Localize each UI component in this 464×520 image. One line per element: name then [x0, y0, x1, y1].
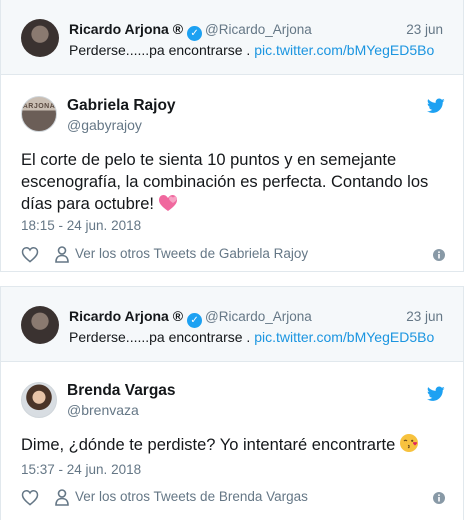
info-icon[interactable] [433, 492, 445, 504]
verified-badge-icon: ✓ [187, 313, 203, 328]
quoted-author-handle[interactable]: @Ricardo_Arjona [205, 22, 312, 37]
quoted-pic-link[interactable]: pic.twitter.com/bMYegED5Bo [254, 329, 434, 345]
kissing-face-icon [400, 434, 419, 452]
heart-icon[interactable] [21, 489, 39, 506]
two-hearts-icon [159, 195, 177, 211]
author-handle[interactable]: @gabyrajoy [67, 117, 142, 133]
quoted-pic-link[interactable]: pic.twitter.com/bMYegED5Bo [254, 42, 434, 58]
more-tweets-link[interactable]: Ver los otros Tweets de Gabriela Rajoy [75, 246, 308, 261]
info-icon[interactable] [433, 249, 445, 261]
quoted-date[interactable]: 23 jun [406, 309, 443, 324]
avatar[interactable] [21, 382, 57, 418]
quoted-date[interactable]: 23 jun [406, 22, 443, 37]
tweet-card: Ricardo Arjona ® ✓ @Ricardo_Arjona 23 jun … [0, 0, 464, 272]
tweet-text: Dime, ¿dónde te perdiste? Yo intentaré e… [21, 433, 445, 456]
person-icon [55, 246, 69, 263]
tweet-card: Ricardo Arjona ® ✓ @Ricardo_Arjona 23 jun … [0, 286, 464, 520]
tweet-timestamp[interactable]: 15:37 - 24 jun. 2018 [21, 462, 141, 477]
tweet-timestamp[interactable]: 18:15 - 24 jun. 2018 [21, 218, 141, 233]
quoted-author[interactable]: Ricardo Arjona ® ✓ @Ricardo_Arjona [69, 308, 312, 328]
avatar[interactable] [21, 19, 59, 57]
avatar[interactable]: ARJONA [21, 96, 57, 132]
verified-badge-icon: ✓ [187, 26, 203, 41]
quoted-text: Perderse......pa encontrarse . pic.twitt… [69, 42, 434, 58]
tweet-actions: Ver los otros Tweets de Brenda Vargas [21, 488, 445, 508]
quoted-author-name[interactable]: Ricardo Arjona ® [69, 308, 183, 324]
tweet-body: El corte de pelo te sienta 10 puntos y e… [21, 151, 429, 213]
avatar[interactable] [21, 306, 59, 344]
twitter-bird-icon[interactable] [427, 98, 445, 114]
avatar-caption: ARJONA [22, 103, 56, 110]
more-tweets-link[interactable]: Ver los otros Tweets de Brenda Vargas [75, 489, 308, 504]
twitter-bird-icon[interactable] [427, 386, 445, 402]
quoted-body: Perderse......pa encontrarse . [69, 329, 251, 345]
quoted-tweet[interactable]: Ricardo Arjona ® ✓ @Ricardo_Arjona 23 jun … [1, 287, 463, 362]
quoted-tweet[interactable]: Ricardo Arjona ® ✓ @Ricardo_Arjona 23 jun … [1, 0, 463, 75]
quoted-body: Perderse......pa encontrarse . [69, 42, 251, 58]
tweet-body: Dime, ¿dónde te perdiste? Yo intentaré e… [21, 436, 396, 454]
author-name[interactable]: Gabriela Rajoy [67, 97, 176, 115]
heart-icon[interactable] [21, 246, 39, 263]
quoted-text: Perderse......pa encontrarse . pic.twitt… [69, 329, 434, 345]
quoted-author[interactable]: Ricardo Arjona ® ✓ @Ricardo_Arjona [69, 21, 312, 41]
tweet-actions: Ver los otros Tweets de Gabriela Rajoy [21, 245, 445, 265]
author-handle[interactable]: @brenvaza [67, 402, 139, 418]
author-name[interactable]: Brenda Vargas [67, 382, 176, 400]
quoted-author-handle[interactable]: @Ricardo_Arjona [205, 309, 312, 324]
person-icon [55, 489, 69, 506]
tweet-text: El corte de pelo te sienta 10 puntos y e… [21, 149, 445, 215]
quoted-author-name[interactable]: Ricardo Arjona ® [69, 21, 183, 37]
